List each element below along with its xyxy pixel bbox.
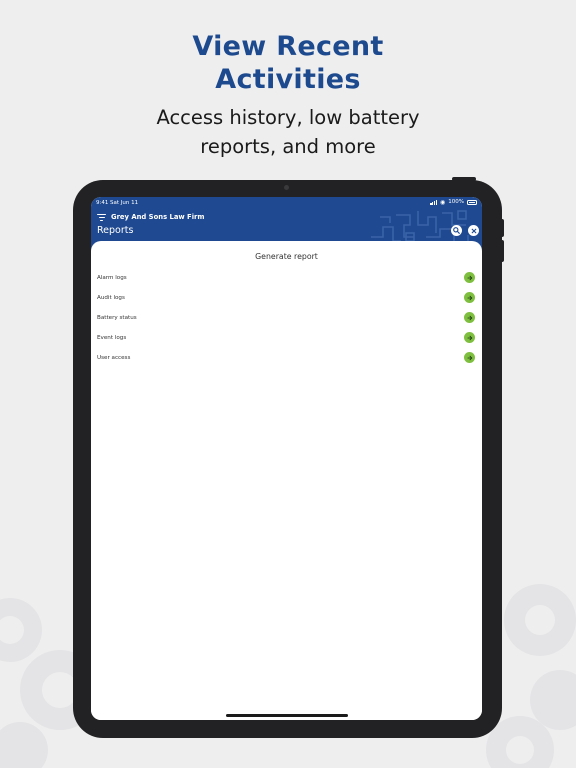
close-button[interactable] xyxy=(468,225,479,236)
battery-icon xyxy=(467,199,477,205)
report-item-label: Alarm logs xyxy=(97,275,127,281)
report-item-label: Event logs xyxy=(97,335,127,341)
report-item-event-logs[interactable]: Event logs xyxy=(91,329,482,349)
report-item-label: Audit logs xyxy=(97,295,125,301)
search-icon xyxy=(453,227,460,234)
wifi-icon: ◉ xyxy=(440,198,446,206)
arrow-right-icon[interactable] xyxy=(464,292,475,303)
report-item-battery-status[interactable]: Battery status xyxy=(91,309,482,329)
arrow-right-icon[interactable] xyxy=(464,272,475,283)
status-bar: 9:41 Sat Jun 11 ◉ 100% xyxy=(91,197,482,209)
promo-subline-line2: reports, and more xyxy=(200,135,376,158)
sheet-title: Generate report xyxy=(255,252,318,261)
promo-headline-line1: View Recent xyxy=(192,31,384,62)
report-sheet: Generate report Alarm logs Audit logs Ba… xyxy=(91,241,482,720)
status-time: 9:41 xyxy=(96,200,109,206)
report-item-alarm-logs[interactable]: Alarm logs xyxy=(91,269,482,289)
home-indicator[interactable] xyxy=(226,714,348,717)
arrow-right-icon[interactable] xyxy=(464,312,475,323)
arrow-right-icon[interactable] xyxy=(464,352,475,363)
promo-headline-line2: Activities xyxy=(215,64,361,95)
report-item-audit-logs[interactable]: Audit logs xyxy=(91,289,482,309)
app-screen: 9:41 Sat Jun 11 ◉ 100% Grey And Sons Law… xyxy=(91,197,482,720)
org-name[interactable]: Grey And Sons Law Firm xyxy=(111,213,204,221)
close-icon xyxy=(471,228,476,233)
page-title: Reports xyxy=(97,225,134,236)
status-indicators: ◉ 100% xyxy=(430,199,477,205)
promo-subline-line1: Access history, low battery xyxy=(156,106,420,129)
camera-icon xyxy=(284,185,289,190)
report-item-label: Battery status xyxy=(97,315,137,321)
report-item-label: User access xyxy=(97,355,131,361)
status-date: Sat Jun 11 xyxy=(110,200,139,206)
arrow-right-icon[interactable] xyxy=(464,332,475,343)
battery-percent: 100% xyxy=(448,199,464,205)
report-item-user-access[interactable]: User access xyxy=(91,349,482,369)
search-button[interactable] xyxy=(451,225,462,236)
promo-headline: View Recent Activities xyxy=(0,30,576,96)
menu-filter-icon[interactable] xyxy=(97,214,106,222)
promo-subline: Access history, low battery reports, and… xyxy=(0,103,576,161)
signal-icon xyxy=(430,200,438,205)
